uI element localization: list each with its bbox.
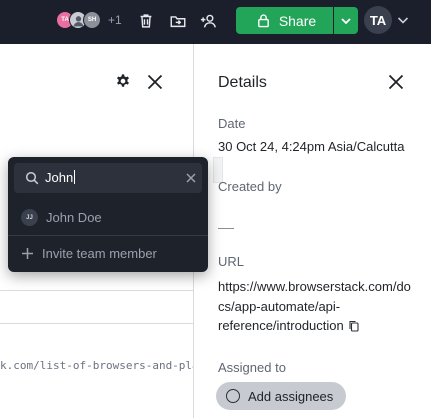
details-title: Details	[218, 74, 267, 91]
add-assignees-label: Add assignees	[248, 388, 334, 404]
assigned-to-label: Assigned to	[218, 360, 286, 375]
invite-label: Invite team member	[42, 246, 157, 261]
created-by-label: Created by	[218, 179, 282, 194]
url-label: URL	[218, 254, 245, 269]
user-avatar[interactable]: TA	[364, 6, 392, 34]
assignee-option-name: John Doe	[46, 210, 102, 225]
add-assignees-button[interactable]: Add assignees	[216, 382, 346, 410]
url-value[interactable]: https://www.browserstack.com/docs/app-au…	[218, 277, 414, 336]
more-collaborators-count[interactable]: +1	[108, 13, 122, 27]
plus-icon	[22, 248, 33, 259]
close-icon[interactable]	[145, 72, 165, 92]
divider	[0, 290, 193, 291]
close-icon[interactable]	[386, 72, 406, 92]
assignee-search-input[interactable]: John	[14, 163, 202, 193]
avatar[interactable]: SH	[83, 11, 101, 29]
share-label: Share	[278, 12, 317, 29]
trash-icon[interactable]	[136, 11, 156, 31]
search-icon	[25, 171, 39, 185]
top-bar: TA SH +1 Share TA	[0, 0, 431, 44]
share-button[interactable]: Share	[236, 7, 336, 34]
divider	[8, 235, 208, 236]
assignee-dropdown: John JJ John Doe Invite team member	[8, 157, 208, 272]
search-value[interactable]: John	[45, 170, 76, 185]
url-text-fragment: k.com/list-of-browsers-and-platforms	[0, 359, 193, 372]
date-value: 30 Oct 24, 4:24pm Asia/Calcutta	[218, 139, 405, 154]
invite-team-member-button[interactable]: Invite team member	[21, 246, 157, 261]
lock-icon	[257, 14, 269, 28]
circle-icon	[226, 389, 240, 403]
clear-icon[interactable]	[185, 172, 197, 184]
move-to-folder-icon[interactable]	[168, 11, 188, 31]
chevron-down-icon	[341, 17, 351, 24]
url-link[interactable]: https://www.browserstack.com/docs/app-au…	[218, 279, 411, 333]
created-by-empty	[218, 228, 234, 229]
date-label: Date	[218, 116, 246, 131]
copy-icon[interactable]	[348, 320, 360, 332]
chevron-down-icon[interactable]	[396, 13, 410, 27]
avatar: JJ	[21, 209, 38, 226]
assignee-option[interactable]: JJ John Doe	[21, 209, 102, 226]
gear-icon[interactable]	[114, 73, 132, 91]
divider	[0, 323, 193, 324]
share-options-button[interactable]	[333, 7, 358, 34]
add-user-icon[interactable]	[199, 11, 219, 31]
details-panel: Details Date 30 Oct 24, 4:24pm Asia/Calc…	[194, 44, 431, 418]
